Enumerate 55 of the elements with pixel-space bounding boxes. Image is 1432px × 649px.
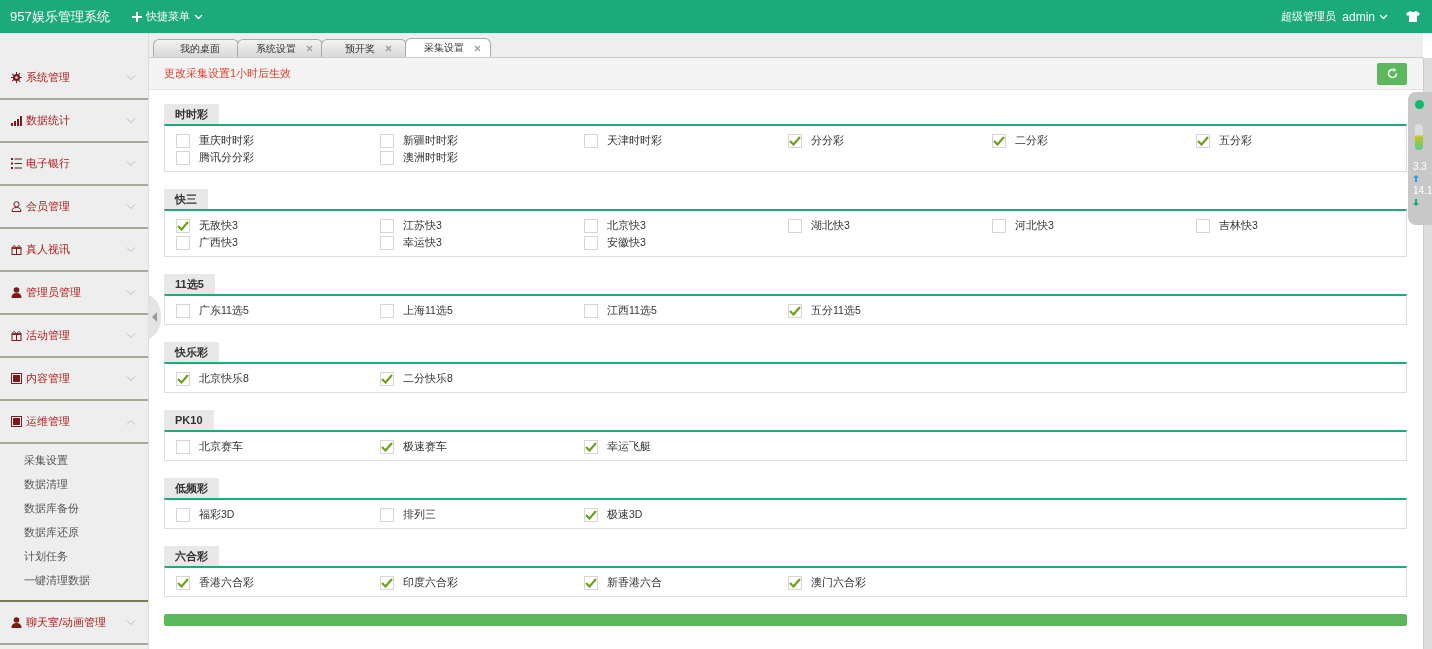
app-title: 957娱乐管理系统 <box>10 7 110 26</box>
submenu-item[interactable]: 数据库备份 <box>0 496 148 520</box>
option-label: 新疆时时彩 <box>403 133 458 148</box>
option-label: 北京快3 <box>607 218 646 233</box>
option-label: 天津时时彩 <box>607 133 662 148</box>
option-label: 五分11选5 <box>811 303 861 318</box>
group-title: 快三 <box>164 189 208 209</box>
option-label: 重庆时时彩 <box>199 133 254 148</box>
role-label: 超级管理员 <box>1281 9 1337 24</box>
option-label: 安徽快3 <box>607 235 646 250</box>
option-label: 北京快乐8 <box>199 371 249 386</box>
submenu-item[interactable]: 计划任务 <box>0 544 148 568</box>
tab[interactable]: 我的桌面 <box>153 39 239 57</box>
option-label: 广东11选5 <box>199 303 249 318</box>
group-title: 11选5 <box>164 274 215 294</box>
tab[interactable]: 系统设置 <box>237 39 323 57</box>
option-label: 印度六合彩 <box>403 575 458 590</box>
option-label: 幸运飞艇 <box>607 439 651 454</box>
option-label: 上海11选5 <box>403 303 453 318</box>
option-label: 江西11选5 <box>607 303 657 318</box>
option-label: 无敌快3 <box>199 218 238 233</box>
option-label: 北京赛车 <box>199 439 243 454</box>
group-title: PK10 <box>164 410 214 430</box>
submenu-item[interactable]: 数据库还原 <box>0 520 148 544</box>
submenu-item[interactable]: 采集设置 <box>0 448 148 472</box>
option-label: 二分快乐8 <box>403 371 453 386</box>
option-label: 二分彩 <box>1015 133 1048 148</box>
group-title: 六合彩 <box>164 546 219 566</box>
submenu-item[interactable]: 数据清理 <box>0 472 148 496</box>
option-label: 澳洲时时彩 <box>403 150 458 165</box>
option-label: 幸运快3 <box>403 235 442 250</box>
option-label: 极速3D <box>607 507 643 522</box>
option-label: 新香港六合 <box>607 575 662 590</box>
option-label: 五分彩 <box>1219 133 1252 148</box>
group-title: 低频彩 <box>164 478 219 498</box>
option-label: 分分彩 <box>811 133 844 148</box>
group-title: 快乐彩 <box>164 342 219 362</box>
sidebar-item[interactable]: 运维管理 <box>0 401 148 444</box>
tab[interactable]: 采集设置 <box>405 38 491 57</box>
option-label: 湖北快3 <box>811 218 850 233</box>
tab[interactable]: 预开奖 <box>321 39 407 57</box>
option-label: 香港六合彩 <box>199 575 254 590</box>
option-label: 澳门六合彩 <box>811 575 866 590</box>
group-title: 时时彩 <box>164 104 219 124</box>
option-label: 福彩3D <box>199 507 235 522</box>
option-label: 极速赛车 <box>403 439 447 454</box>
option-label: 排列三 <box>403 507 436 522</box>
sidebar-item[interactable]: 内容管理 <box>0 358 148 401</box>
option-label: 江苏快3 <box>403 218 442 233</box>
option-label: 腾讯分分彩 <box>199 150 254 165</box>
option-label: 吉林快3 <box>1219 218 1258 233</box>
option-label: 河北快3 <box>1015 218 1054 233</box>
option-label: 广西快3 <box>199 235 238 250</box>
notice-text: 更改采集设置1小时后生效 <box>164 66 293 81</box>
submenu-item[interactable]: 一键清理数据 <box>0 568 148 592</box>
